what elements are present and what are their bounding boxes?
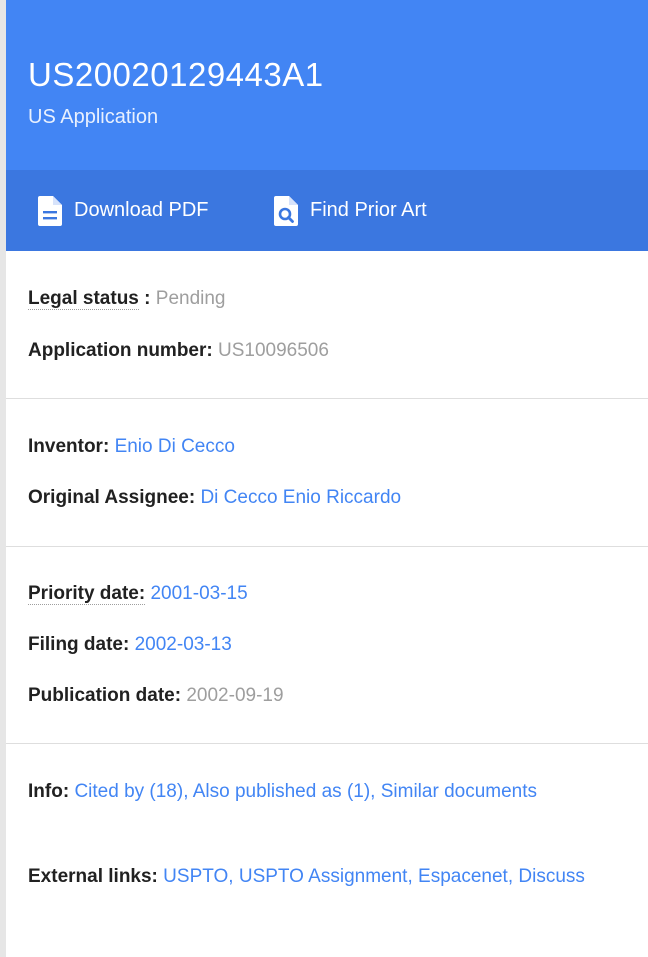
status-section: Legal status : Pending Application numbe… <box>6 251 648 399</box>
external-separator: , <box>407 866 413 887</box>
inventor-row: Inventor: Enio Di Cecco <box>28 431 636 463</box>
external-separator: , <box>507 866 514 887</box>
publication-date-label: Publication date: <box>28 685 182 706</box>
assignee-label: Original Assignee: <box>28 487 196 508</box>
info-row: Info: Cited by (18), Also published as (… <box>28 776 636 808</box>
similar-documents-link[interactable]: Similar documents <box>381 781 537 802</box>
application-number-row: Application number: US10096506 <box>28 335 636 367</box>
download-pdf-button[interactable]: Download PDF <box>38 170 209 251</box>
application-number-value: US10096506 <box>218 340 329 361</box>
document-header: US20020129443A1 US Application <box>6 0 648 170</box>
document-search-icon <box>274 195 298 226</box>
inventor-label: Inventor: <box>28 436 110 457</box>
download-pdf-label: Download PDF <box>74 199 209 221</box>
uspto-assignment-link[interactable]: USPTO Assignment <box>239 866 408 887</box>
assignee-link[interactable]: Di Cecco Enio Riccardo <box>200 487 401 508</box>
dates-section: Priority date: 2001-03-15 Filing date: 2… <box>6 547 648 744</box>
uspto-link[interactable]: USPTO <box>163 866 228 887</box>
document-icon <box>38 195 62 226</box>
application-number-label: Application number: <box>28 340 213 361</box>
cited-by-link[interactable]: Cited by (18) <box>74 781 183 802</box>
legal-status-label: Legal status <box>28 288 139 310</box>
info-section: Info: Cited by (18), Also published as (… <box>6 744 648 957</box>
external-links-label: External links: <box>28 866 158 887</box>
publication-date-value: 2002-09-19 <box>186 685 284 706</box>
espacenet-link[interactable]: Espacenet <box>418 866 508 887</box>
filing-date-label: Filing date: <box>28 634 130 655</box>
external-links-row: External links: USPTO, USPTO Assignment,… <box>28 861 636 893</box>
priority-date-label: Priority date: <box>28 583 146 605</box>
assignee-row: Original Assignee: Di Cecco Enio Riccard… <box>28 482 636 514</box>
legal-status-value: Pending <box>155 288 226 309</box>
people-section: Inventor: Enio Di Cecco Original Assigne… <box>6 399 648 547</box>
publication-date-row: Publication date: 2002-09-19 <box>28 680 636 712</box>
action-toolbar: Download PDF Find Prior Art <box>6 170 648 251</box>
inventor-link[interactable]: Enio Di Cecco <box>115 436 235 457</box>
filing-date-link[interactable]: 2002-03-13 <box>135 634 232 655</box>
legal-status-row: Legal status : Pending <box>28 283 636 315</box>
external-separator: , <box>228 866 234 887</box>
find-prior-art-button[interactable]: Find Prior Art <box>274 170 427 251</box>
document-number: US20020129443A1 <box>28 56 324 93</box>
info-separator: , <box>370 781 376 802</box>
discuss-link[interactable]: Discuss <box>518 866 585 887</box>
priority-date-row: Priority date: 2001-03-15 <box>28 578 636 610</box>
info-separator: , <box>183 781 189 802</box>
info-label: Info: <box>28 781 70 802</box>
document-type: US Application <box>28 106 159 128</box>
legal-status-separator: : <box>138 288 156 309</box>
find-prior-art-label: Find Prior Art <box>310 199 427 221</box>
filing-date-row: Filing date: 2002-03-13 <box>28 629 636 661</box>
priority-date-link[interactable]: 2001-03-15 <box>150 583 247 604</box>
also-published-link[interactable]: Also published as (1) <box>193 781 370 802</box>
